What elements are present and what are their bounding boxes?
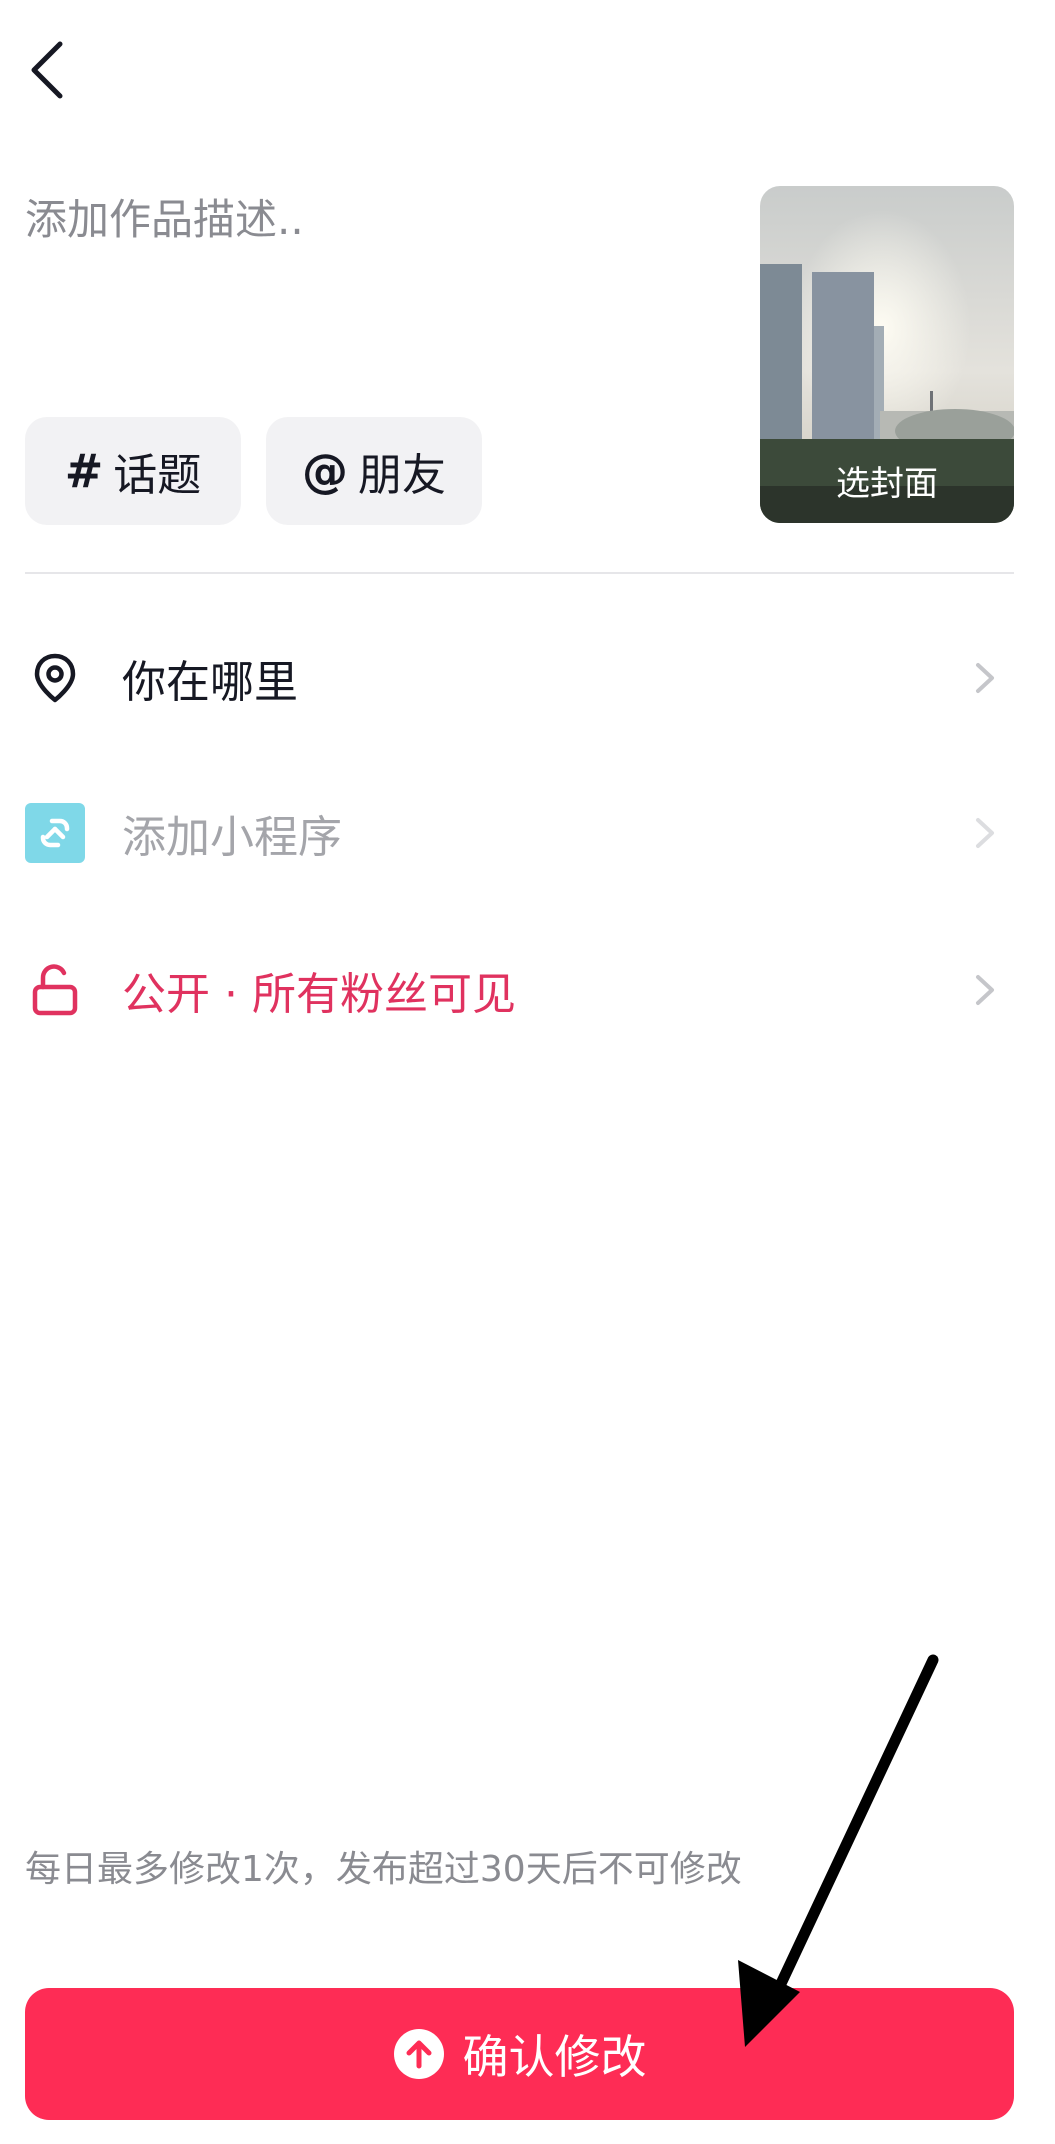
- hashtag-icon: #: [64, 444, 104, 498]
- description-placeholder: 添加作品描述..: [25, 195, 304, 244]
- mini-program-row[interactable]: 添加小程序: [0, 778, 1055, 888]
- description-input[interactable]: 添加作品描述..: [25, 190, 725, 270]
- chevron-right-icon: [976, 818, 994, 848]
- mini-program-label: 添加小程序: [122, 812, 342, 863]
- back-button[interactable]: [18, 30, 78, 110]
- topic-chip-button[interactable]: # 话题: [25, 417, 241, 525]
- mini-program-icon: [25, 803, 85, 863]
- select-cover-button[interactable]: 选封面: [760, 186, 1014, 523]
- location-pin-icon: [25, 648, 85, 708]
- privacy-label: 公开 · 所有粉丝可见: [122, 969, 516, 1020]
- upload-arrow-icon: [393, 2029, 444, 2079]
- chevron-left-icon: [31, 41, 63, 99]
- confirm-edit-button[interactable]: 确认修改: [25, 1988, 1014, 2120]
- friend-chip-button[interactable]: @ 朋友: [266, 417, 482, 525]
- edit-limit-note: 每日最多修改1次，发布超过30天后不可修改: [25, 1849, 742, 1890]
- at-icon: @: [302, 444, 348, 498]
- chevron-right-icon: [976, 663, 994, 693]
- privacy-row[interactable]: 公开 · 所有粉丝可见: [0, 935, 1055, 1045]
- unlock-icon: [25, 960, 85, 1020]
- select-cover-label: 选封面: [836, 464, 938, 504]
- topic-chip-label: 话题: [113, 450, 202, 501]
- confirm-edit-label: 确认修改: [462, 2030, 647, 2084]
- friend-chip-label: 朋友: [358, 450, 446, 501]
- divider: [25, 572, 1014, 574]
- chevron-right-icon: [976, 975, 994, 1005]
- location-label: 你在哪里: [122, 657, 298, 708]
- location-row[interactable]: 你在哪里: [0, 623, 1055, 733]
